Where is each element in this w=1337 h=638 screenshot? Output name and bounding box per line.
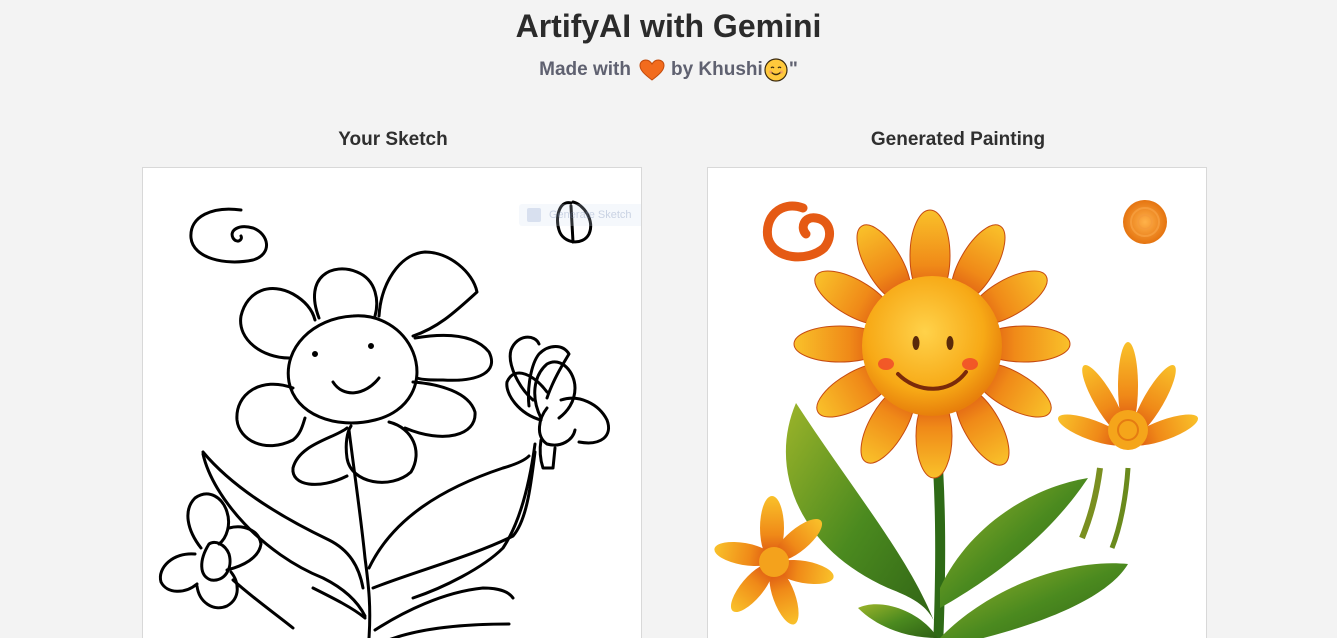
sketch-title: Your Sketch xyxy=(338,129,448,150)
painting-image xyxy=(714,200,1199,638)
by-author-text: by Khushi xyxy=(670,59,763,80)
sun-face xyxy=(862,276,1002,416)
quote-mark: " xyxy=(788,59,798,80)
swirl-decoration xyxy=(762,201,835,262)
sketch-canvas[interactable]: Generate Sketch xyxy=(142,167,642,638)
generate-icon xyxy=(527,208,541,222)
app-page: ArtifyAI with Gemini Made with by Khushi… xyxy=(0,0,1337,638)
made-with-text: Made with xyxy=(539,59,631,80)
generate-button[interactable]: Generate Sketch xyxy=(519,204,641,226)
small-sun xyxy=(1123,200,1167,244)
generated-painting xyxy=(707,167,1207,638)
smiley-icon xyxy=(764,58,788,82)
generate-button-label: Generate Sketch xyxy=(549,209,632,221)
right-flower xyxy=(1057,342,1199,549)
sketch-drawing xyxy=(158,200,610,638)
painting-title: Generated Painting xyxy=(870,129,1046,150)
app-title: ArtifyAI with Gemini xyxy=(515,8,822,44)
subtitle: Made with by Khushi " xyxy=(0,58,1337,82)
heart-icon xyxy=(639,59,665,81)
